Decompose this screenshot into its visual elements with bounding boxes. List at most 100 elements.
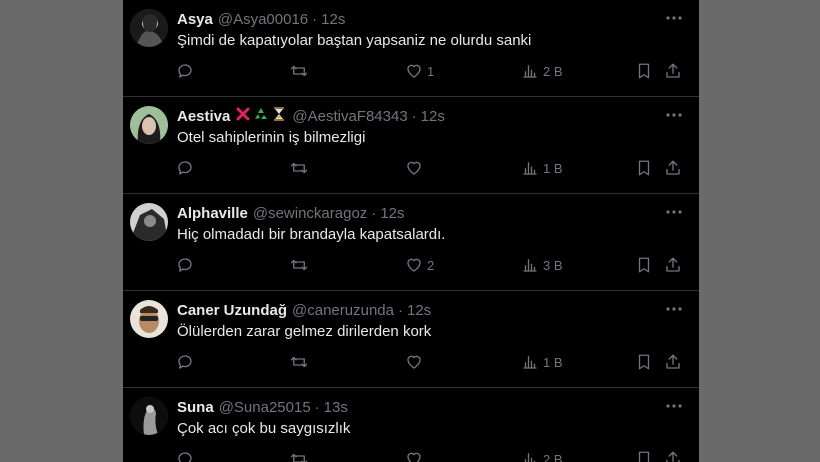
- tweet[interactable]: Asya @Asya00016 · 12s Şimdi de kapatıyol…: [123, 0, 699, 97]
- share-icon: [664, 62, 682, 80]
- reply-icon: [176, 159, 194, 177]
- more-options-icon[interactable]: [664, 105, 684, 125]
- timestamp[interactable]: 12s: [421, 108, 445, 125]
- share-icon: [664, 159, 682, 177]
- repost-icon: [290, 450, 308, 462]
- views-chart-icon: [521, 159, 539, 177]
- display-name[interactable]: Caner Uzundağ: [177, 302, 287, 319]
- recycle-icon: [253, 106, 269, 126]
- display-name[interactable]: Aestiva: [177, 108, 230, 125]
- avatar[interactable]: [130, 203, 168, 241]
- repost-button[interactable]: [290, 448, 308, 462]
- reply-button[interactable]: [176, 351, 194, 373]
- share-button[interactable]: [664, 351, 682, 373]
- reply-button[interactable]: [176, 60, 194, 82]
- like-button[interactable]: [405, 157, 427, 179]
- reply-icon: [176, 256, 194, 274]
- bookmark-button[interactable]: [635, 448, 653, 462]
- repost-icon: [290, 62, 308, 80]
- username[interactable]: @sewinckaragoz: [253, 205, 367, 222]
- view-count: 2 B: [543, 451, 563, 462]
- action-bar: 1 B: [123, 351, 699, 373]
- username[interactable]: @AestivaF84343: [292, 108, 407, 125]
- share-icon: [664, 353, 682, 371]
- views-chart-icon: [521, 256, 539, 274]
- tweet-header: Asya @Asya00016 · 12s: [177, 9, 345, 29]
- tweet[interactable]: Aestiva @AestivaF84343 · 12s Otel sahipl…: [123, 97, 699, 194]
- share-icon: [664, 450, 682, 462]
- view-count: 1 B: [543, 160, 563, 176]
- share-button[interactable]: [664, 254, 682, 276]
- reply-button[interactable]: [176, 157, 194, 179]
- heart-icon: [405, 256, 423, 274]
- tweet-text: Ölülerden zarar gelmez dirilerden kork: [177, 323, 432, 340]
- username[interactable]: @caneruzunda: [292, 302, 394, 319]
- tweet[interactable]: Suna @Suna25015 · 13s Çok acı çok bu say…: [123, 388, 699, 462]
- timestamp[interactable]: 13s: [324, 399, 348, 416]
- view-count: 2 B: [543, 63, 563, 79]
- bookmark-button[interactable]: [635, 351, 653, 373]
- view-count: 1 B: [543, 354, 563, 370]
- username[interactable]: @Suna25015: [219, 399, 311, 416]
- heart-icon: [405, 450, 423, 462]
- tweet-header: Aestiva @AestivaF84343 · 12s: [177, 106, 445, 126]
- avatar[interactable]: [130, 397, 168, 435]
- like-button[interactable]: 2: [405, 254, 434, 276]
- reply-button[interactable]: [176, 254, 194, 276]
- display-name[interactable]: Alphaville: [177, 205, 248, 222]
- view-count: 3 B: [543, 257, 563, 273]
- views-button[interactable]: 2 B: [521, 60, 563, 82]
- timestamp[interactable]: 12s: [380, 205, 404, 222]
- bookmark-button[interactable]: [635, 157, 653, 179]
- share-button[interactable]: [664, 157, 682, 179]
- share-button[interactable]: [664, 60, 682, 82]
- like-button[interactable]: [405, 448, 427, 462]
- views-button[interactable]: 1 B: [521, 157, 563, 179]
- repost-button[interactable]: [290, 351, 308, 373]
- timestamp[interactable]: 12s: [407, 302, 431, 319]
- tweet[interactable]: Alphaville @sewinckaragoz · 12s Hiç olma…: [123, 194, 699, 291]
- more-options-icon[interactable]: [664, 8, 684, 28]
- repost-button[interactable]: [290, 254, 308, 276]
- separator-dot: ·: [314, 398, 320, 416]
- avatar[interactable]: [130, 9, 168, 47]
- share-icon: [664, 256, 682, 274]
- more-options-icon[interactable]: [664, 202, 684, 222]
- action-bar: 1 2 B: [123, 60, 699, 82]
- repost-button[interactable]: [290, 157, 308, 179]
- reply-icon: [176, 62, 194, 80]
- more-options-icon[interactable]: [664, 299, 684, 319]
- tweet-text: Hiç olmadadı bir brandayla kapatsalardı.: [177, 226, 446, 243]
- like-count: 1: [427, 63, 435, 79]
- tweet[interactable]: Caner Uzundağ @caneruzunda · 12s Ölülerd…: [123, 291, 699, 388]
- like-button[interactable]: [405, 351, 427, 373]
- avatar[interactable]: [130, 300, 168, 338]
- repost-button[interactable]: [290, 60, 308, 82]
- more-options-icon[interactable]: [664, 396, 684, 416]
- separator-dot: ·: [371, 204, 377, 222]
- avatar[interactable]: [130, 106, 168, 144]
- tweet-header: Caner Uzundağ @caneruzunda · 12s: [177, 300, 431, 320]
- like-button[interactable]: 1: [405, 60, 434, 82]
- views-button[interactable]: 2 B: [521, 448, 563, 462]
- views-button[interactable]: 3 B: [521, 254, 563, 276]
- display-name[interactable]: Asya: [177, 11, 213, 28]
- username[interactable]: @Asya00016: [218, 11, 308, 28]
- reply-button[interactable]: [176, 448, 194, 462]
- tweet-header: Alphaville @sewinckaragoz · 12s: [177, 203, 405, 223]
- bookmark-button[interactable]: [635, 60, 653, 82]
- bookmark-button[interactable]: [635, 254, 653, 276]
- like-count: 2: [427, 257, 435, 273]
- bookmark-icon: [635, 159, 653, 177]
- display-name[interactable]: Suna: [177, 399, 214, 416]
- share-button[interactable]: [664, 448, 682, 462]
- tweet-header: Suna @Suna25015 · 13s: [177, 397, 348, 417]
- reply-icon: [176, 450, 194, 462]
- name-emojis: [235, 106, 287, 126]
- action-bar: 2 3 B: [123, 254, 699, 276]
- bookmark-icon: [635, 62, 653, 80]
- views-button[interactable]: 1 B: [521, 351, 563, 373]
- bookmark-icon: [635, 256, 653, 274]
- views-chart-icon: [521, 353, 539, 371]
- timestamp[interactable]: 12s: [321, 11, 345, 28]
